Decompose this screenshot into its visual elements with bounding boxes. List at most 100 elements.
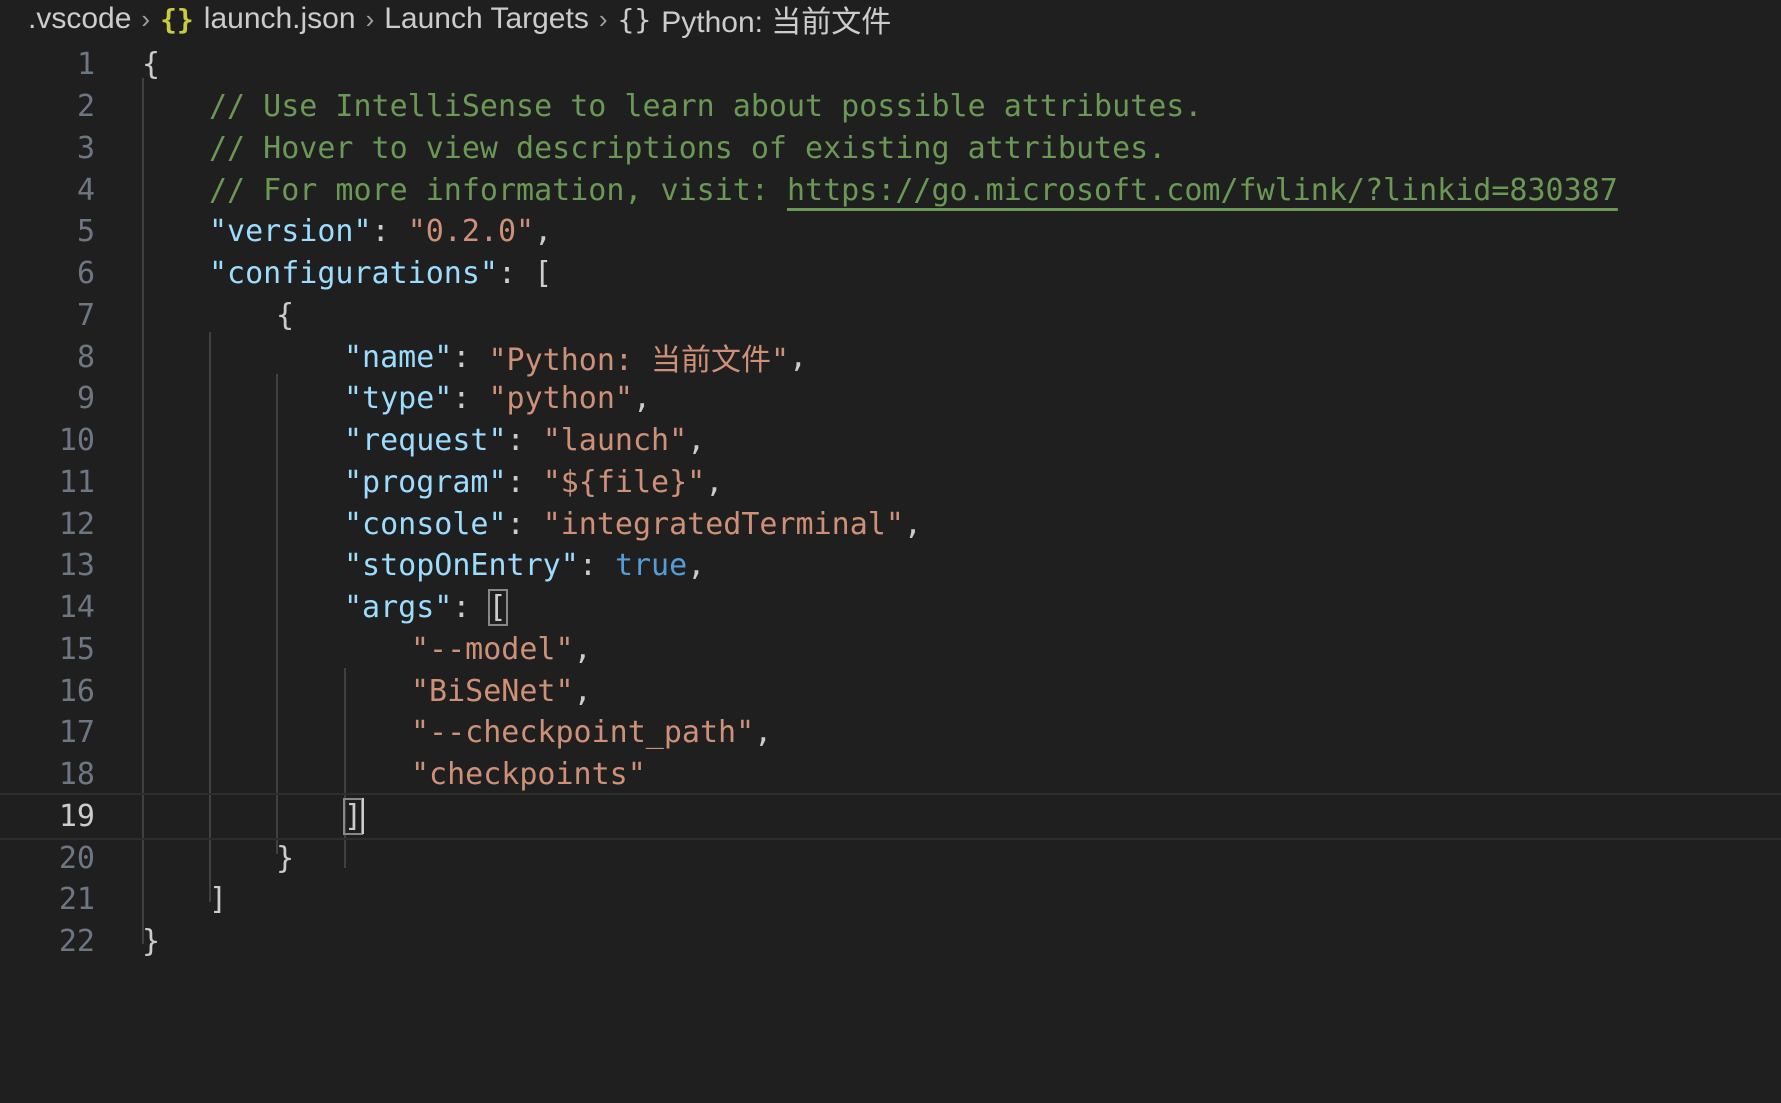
line-number[interactable]: 4: [0, 173, 95, 208]
line-number[interactable]: 13: [0, 548, 95, 583]
code-line[interactable]: 9 "type": "python",: [0, 375, 1781, 423]
code-line[interactable]: 6 "configurations": [: [0, 250, 1781, 298]
line-number[interactable]: 20: [0, 841, 95, 876]
code-comment: // Use IntelliSense to learn about possi…: [209, 89, 1203, 124]
code-punctuation: :: [506, 423, 543, 458]
code-text: {: [142, 41, 160, 89]
code-punctuation: ,: [687, 548, 706, 584]
code-text: // Use IntelliSense to learn about possi…: [209, 83, 1202, 131]
code-punctuation: {: [142, 47, 161, 83]
code-punctuation: ,: [789, 339, 808, 375]
code-text: "BiSeNet",: [411, 667, 592, 715]
code-line[interactable]: 17 "--checkpoint_path",: [0, 709, 1781, 757]
breadcrumb-folder[interactable]: .vscode: [28, 2, 131, 36]
code-line[interactable]: 15 "--model",: [0, 626, 1781, 674]
comment-link[interactable]: https://go.microsoft.com/fwlink/?linkid=…: [787, 173, 1618, 208]
json-string-value: "Python: 当前文件": [488, 343, 790, 378]
line-number[interactable]: 21: [0, 882, 95, 917]
line-number[interactable]: 14: [0, 590, 95, 625]
code-punctuation: [: [534, 256, 553, 291]
code-text: "console": "integratedTerminal",: [344, 500, 922, 548]
code-text: ]: [342, 793, 365, 841]
code-line[interactable]: 11 "program": "${file}",: [0, 459, 1781, 507]
breadcrumb-item[interactable]: {} Python: 当前文件: [618, 0, 892, 41]
code-punctuation: :: [371, 214, 408, 250]
line-number[interactable]: 11: [0, 465, 95, 500]
code-line[interactable]: 19]: [0, 792, 1781, 841]
code-line[interactable]: 13 "stopOnEntry": true,: [0, 542, 1781, 590]
code-line[interactable]: 8 "name": "Python: 当前文件",: [0, 333, 1781, 381]
line-number[interactable]: 7: [0, 298, 95, 333]
line-number[interactable]: 5: [0, 214, 95, 249]
line-number[interactable]: 18: [0, 757, 95, 792]
json-boolean-value: true: [614, 548, 688, 584]
code-punctuation: ,: [534, 214, 553, 250]
code-line[interactable]: 12 "console": "integratedTerminal",: [0, 500, 1781, 548]
code-line[interactable]: 18 "checkpoints": [0, 751, 1781, 799]
code-punctuation: }: [142, 924, 161, 959]
code-punctuation: ,: [754, 715, 773, 751]
breadcrumb: .vscode › {} launch.json › Launch Target…: [28, 0, 892, 41]
code-text: "configurations": [: [209, 250, 552, 298]
breadcrumb-file[interactable]: {} launch.json: [160, 2, 356, 36]
code-editor[interactable]: 1{2// Use IntelliSense to learn about po…: [0, 44, 1781, 1103]
code-line[interactable]: 5 "version": "0.2.0",: [0, 208, 1781, 256]
code-line[interactable]: 4 // For more information, visit: https:/…: [0, 166, 1781, 214]
code-punctuation: :: [497, 256, 535, 291]
code-punctuation: :: [452, 381, 489, 417]
code-punctuation: ,: [633, 381, 652, 417]
code-text: "name": "Python: 当前文件",: [344, 333, 807, 381]
code-text: ]: [209, 876, 227, 924]
text-cursor: [362, 798, 365, 835]
line-number[interactable]: 19: [0, 799, 95, 834]
chevron-right-icon: ›: [598, 3, 608, 34]
breadcrumb-section[interactable]: Launch Targets: [384, 2, 589, 36]
code-text: // Hover to view descriptions of existin…: [209, 125, 1166, 173]
line-number[interactable]: 12: [0, 507, 95, 542]
code-line[interactable]: 22}: [0, 918, 1781, 966]
json-string-value: "checkpoints": [411, 757, 646, 792]
line-number[interactable]: 8: [0, 340, 95, 375]
braces-icon: {}: [160, 2, 194, 36]
json-string-value: "--checkpoint_path": [411, 715, 755, 751]
json-string-value: "${file}": [542, 464, 706, 500]
code-text: "program": "${file}",: [344, 459, 723, 507]
code-line[interactable]: 1{: [0, 41, 1781, 89]
line-number[interactable]: 15: [0, 632, 95, 667]
code-punctuation: :: [452, 339, 489, 375]
code-punctuation: {: [276, 297, 295, 333]
code-text: "request": "launch",: [344, 417, 705, 465]
code-punctuation: ,: [705, 464, 724, 500]
line-number[interactable]: 9: [0, 381, 95, 416]
code-text: "args": [: [344, 584, 508, 632]
code-line[interactable]: 3 // Hover to view descriptions of existi…: [0, 125, 1781, 173]
code-text: // For more information, visit: https://…: [209, 166, 1618, 214]
code-punctuation: ]: [342, 797, 364, 835]
line-number[interactable]: 10: [0, 423, 95, 458]
line-number[interactable]: 3: [0, 131, 95, 166]
line-number[interactable]: 1: [0, 47, 95, 82]
json-string-value: "BiSeNet": [411, 673, 574, 709]
line-number[interactable]: 2: [0, 89, 95, 124]
json-key: "version": [209, 214, 372, 250]
code-line[interactable]: 16 "BiSeNet",: [0, 667, 1781, 715]
code-punctuation: ,: [903, 506, 922, 542]
chevron-right-icon: ›: [365, 3, 375, 34]
json-string-value: "integratedTerminal": [542, 506, 904, 542]
code-punctuation: }: [276, 840, 295, 876]
code-line[interactable]: 7{: [0, 292, 1781, 340]
code-text: }: [276, 834, 294, 882]
code-line[interactable]: 21]: [0, 876, 1781, 924]
code-line[interactable]: 10 "request": "launch",: [0, 417, 1781, 465]
line-number[interactable]: 6: [0, 256, 95, 291]
code-punctuation: ,: [573, 631, 592, 667]
code-line[interactable]: 2 // Use IntelliSense to learn about poss…: [0, 83, 1781, 131]
line-number[interactable]: 16: [0, 674, 95, 709]
code-line[interactable]: 20}: [0, 834, 1781, 882]
json-key: "args": [344, 590, 453, 625]
code-line[interactable]: 14 "args": [: [0, 584, 1781, 632]
line-number[interactable]: 17: [0, 715, 95, 750]
line-number[interactable]: 22: [0, 924, 95, 959]
json-key: "stopOnEntry": [344, 548, 579, 584]
code-punctuation: :: [452, 590, 489, 625]
